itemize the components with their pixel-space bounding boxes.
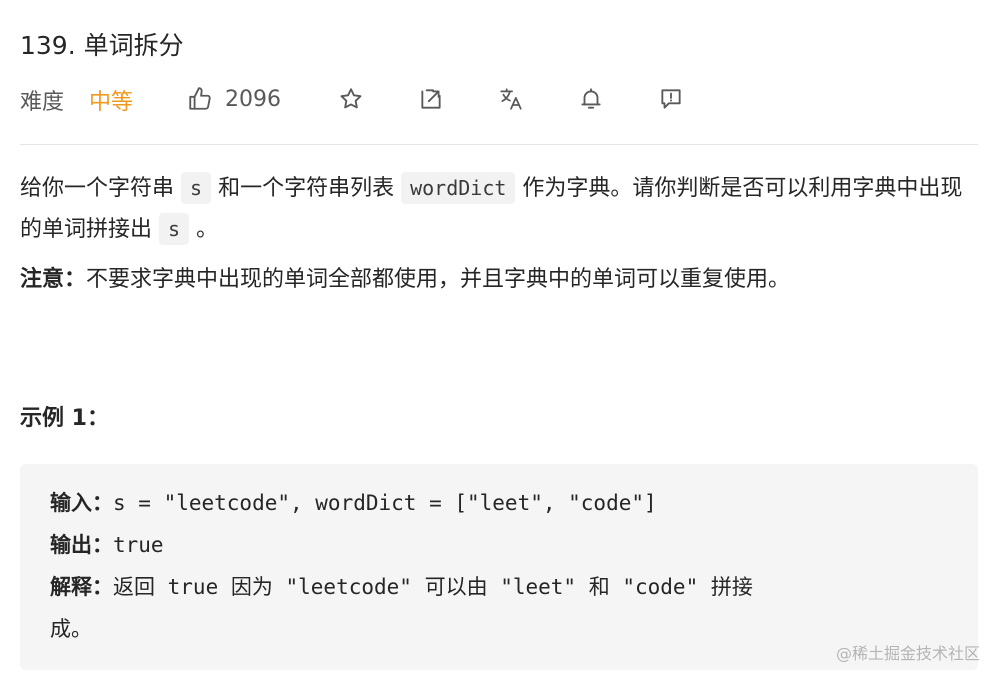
description-text: 给你一个字符串 — [20, 176, 175, 201]
translate-icon — [500, 88, 522, 110]
example-explain-continuation: 成。 — [50, 608, 950, 650]
explain-value: 返回 true 因为 "leetcode" 可以由 "leet" 和 "code… — [113, 575, 753, 599]
subscribe-button[interactable] — [578, 82, 604, 116]
inline-code: wordDict — [401, 172, 516, 204]
feedback-icon — [661, 89, 681, 109]
description-text: 。 — [196, 217, 219, 242]
problem-description: 给你一个字符串 s 和一个字符串列表 wordDict 作为字典。请你判断是否可… — [20, 168, 978, 300]
share-button[interactable] — [418, 82, 444, 116]
output-label: 输出： — [50, 533, 113, 557]
problem-meta-bar: 难度 中等 2096 — [20, 80, 978, 118]
example-content: 输入：s = "leetcode", wordDict = ["leet", "… — [50, 482, 950, 650]
difficulty-label: 难度 — [20, 90, 65, 115]
example-input-line: 输入：s = "leetcode", wordDict = ["leet", "… — [50, 482, 950, 524]
output-value: true — [113, 533, 164, 557]
like-count: 2096 — [225, 86, 281, 112]
divider — [20, 144, 978, 145]
favorite-button[interactable] — [338, 82, 364, 116]
example-title: 示例 1： — [20, 406, 109, 431]
share-icon — [421, 89, 441, 109]
problem-title: 139. 单词拆分 — [20, 31, 184, 60]
example-block: 输入：s = "leetcode", wordDict = ["leet", "… — [20, 464, 978, 670]
difficulty-value: 中等 — [89, 90, 134, 115]
note-label: 注意： — [20, 267, 87, 292]
like-button[interactable]: 2096 — [187, 82, 281, 116]
example-output-line: 输出：true — [50, 524, 950, 566]
example-explain-line: 解释：返回 true 因为 "leetcode" 可以由 "leet" 和 "c… — [50, 566, 950, 608]
description-paragraph: 给你一个字符串 s 和一个字符串列表 wordDict 作为字典。请你判断是否可… — [20, 168, 978, 250]
input-label: 输入： — [50, 491, 113, 515]
note-paragraph: 注意：不要求字典中出现的单词全部都使用，并且字典中的单词可以重复使用。 — [20, 260, 978, 300]
translate-button[interactable] — [498, 82, 524, 116]
feedback-button[interactable] — [658, 82, 684, 116]
watermark: @稀土掘金技术社区 — [835, 644, 980, 663]
star-icon — [340, 88, 362, 109]
thumbs-up-icon — [189, 87, 211, 110]
description-text: 和一个字符串列表 — [218, 176, 395, 201]
note-text: 不要求字典中出现的单词全部都使用，并且字典中的单词可以重复使用。 — [86, 267, 791, 292]
explain-label: 解释： — [50, 575, 113, 599]
input-value: s = "leetcode", wordDict = ["leet", "cod… — [113, 491, 657, 515]
inline-code: s — [181, 172, 212, 204]
bell-icon — [581, 88, 601, 109]
explain-value-continuation: 成。 — [50, 617, 92, 641]
inline-code: s — [159, 213, 190, 245]
